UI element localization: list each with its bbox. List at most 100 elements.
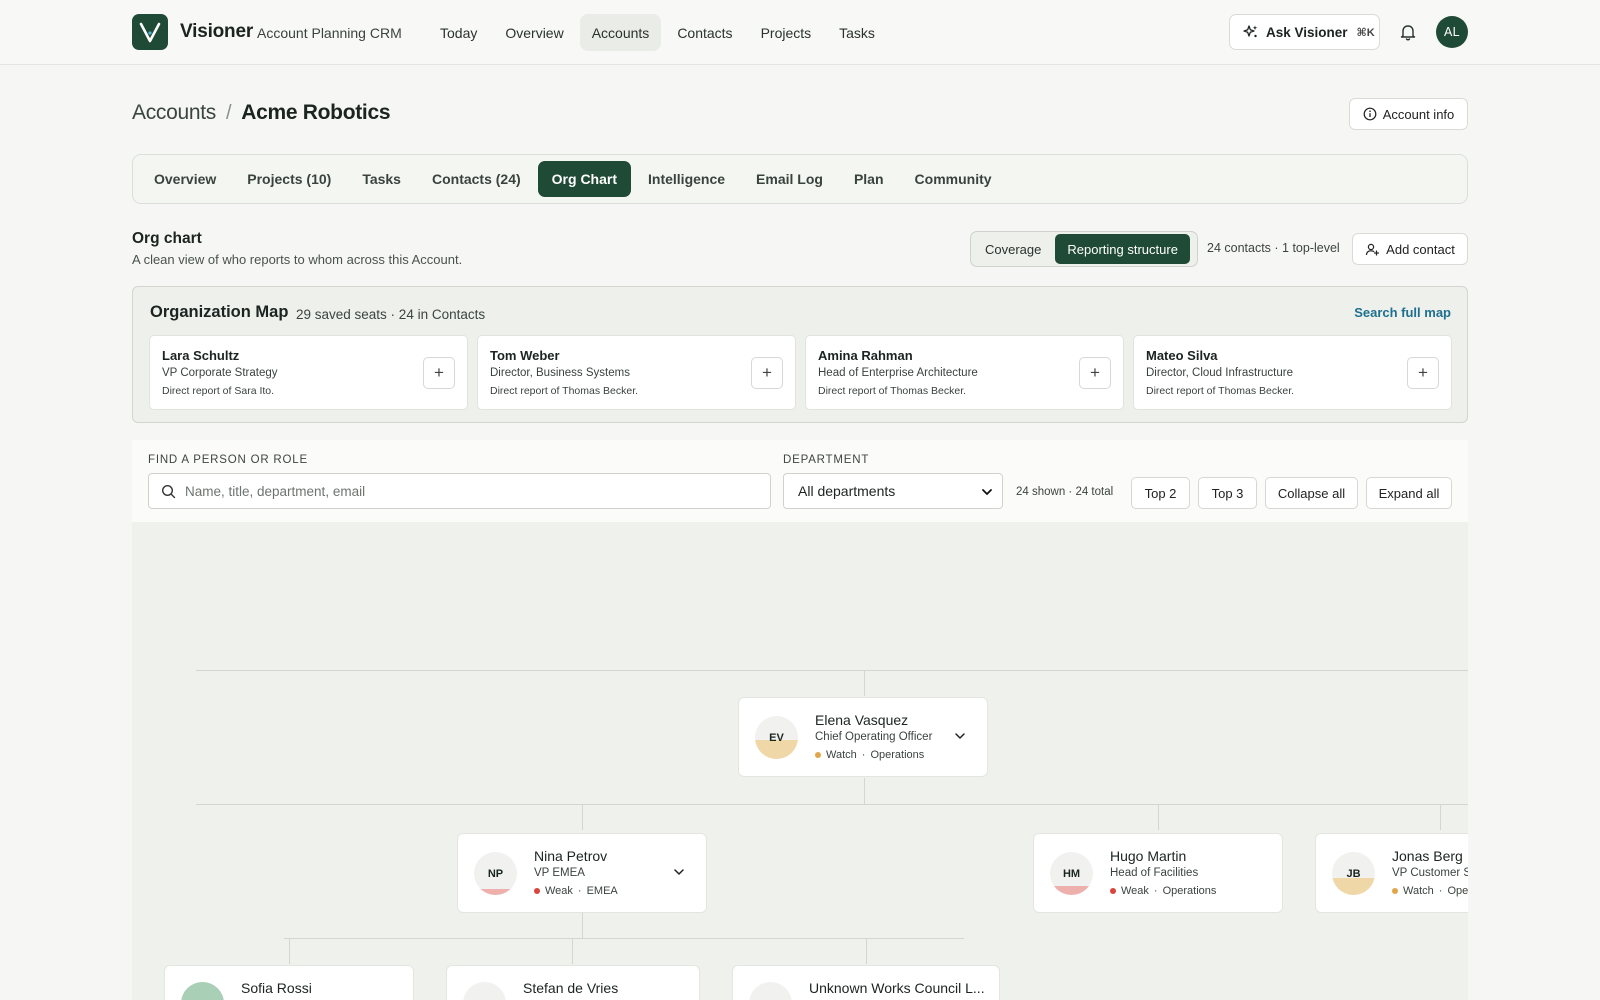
tab-contacts[interactable]: Contacts (24) <box>418 161 535 197</box>
ask-visioner-label: Ask Visioner <box>1266 24 1348 40</box>
account-info-button[interactable]: Account info <box>1349 98 1468 130</box>
tab-plan[interactable]: Plan <box>840 161 898 197</box>
nav-item-overview[interactable]: Overview <box>493 14 575 51</box>
org-node[interactable]: EV Elena Vasquez Chief Operating Officer… <box>738 697 988 777</box>
info-icon <box>1363 107 1377 121</box>
breadcrumb: Accounts / Acme Robotics <box>132 101 391 125</box>
seat-title: VP Corporate Strategy <box>162 367 278 379</box>
person-role: Head of Facilities <box>1110 867 1199 879</box>
connector-line <box>582 912 583 938</box>
seat-reports-to: Direct report of Thomas Becker. <box>818 385 967 397</box>
organization-map-title: Organization Map <box>150 303 289 321</box>
org-node[interactable]: Stefan de Vries <box>446 965 700 1000</box>
chevron-down-icon[interactable] <box>672 865 686 879</box>
breadcrumb-current: Acme Robotics <box>241 101 391 124</box>
seat-reports-to: Direct report of Thomas Becker. <box>490 385 639 397</box>
org-chart-canvas[interactable]: EV Elena Vasquez Chief Operating Officer… <box>132 522 1468 1000</box>
seat-reports-to: Direct report of Sara Ito. <box>162 385 275 397</box>
person-name: Sofia Rossi <box>241 980 312 996</box>
avatar: HM <box>1050 852 1093 895</box>
chevron-down-icon[interactable] <box>953 729 967 743</box>
status-dot <box>534 888 540 894</box>
nav-item-accounts[interactable]: Accounts <box>579 14 662 51</box>
org-node[interactable]: Sofia Rossi <box>164 965 414 1000</box>
seat-name: Tom Weber <box>490 348 560 363</box>
tab-org-chart[interactable]: Org Chart <box>537 161 632 197</box>
person-name: Nina Petrov <box>534 848 608 864</box>
breadcrumb-separator: / <box>225 102 232 124</box>
tab-intelligence[interactable]: Intelligence <box>634 161 739 197</box>
sparkle-icon <box>1243 25 1258 38</box>
add-seat-button[interactable]: + <box>1407 357 1439 389</box>
status-dot <box>815 752 821 758</box>
seat-card: Mateo Silva Director, Cloud Infrastructu… <box>1133 335 1452 410</box>
nav-item-contacts[interactable]: Contacts <box>665 14 744 51</box>
top-3-button[interactable]: Top 3 <box>1198 477 1257 509</box>
person-name: Elena Vasquez <box>815 712 909 728</box>
reporting-structure-toggle[interactable]: Reporting structure <box>1055 234 1190 264</box>
expand-all-button[interactable]: Expand all <box>1366 477 1452 509</box>
section-subtitle: A clean view of who reports to whom acro… <box>132 252 463 267</box>
connector-line <box>864 670 865 696</box>
visioner-logo-icon[interactable] <box>132 14 168 50</box>
avatar: JB <box>1332 852 1375 895</box>
tab-email-log[interactable]: Email Log <box>742 161 837 197</box>
department-select[interactable]: All departments <box>783 473 1003 509</box>
department-value: All departments <box>798 483 896 499</box>
avatar: EV <box>755 716 798 759</box>
contacts-count: 24 contacts · 1 top-level <box>1207 241 1340 255</box>
top-navbar: Visioner Account Planning CRM Today Over… <box>0 0 1600 65</box>
account-tabs: Overview Projects (10) Tasks Contacts (2… <box>132 154 1468 204</box>
tab-tasks[interactable]: Tasks <box>348 161 415 197</box>
add-user-icon <box>1366 243 1380 255</box>
department-label: Operations <box>1447 885 1468 897</box>
person-role: VP EMEA <box>534 867 585 879</box>
bell-icon[interactable] <box>1398 22 1418 42</box>
nav-item-today[interactable]: Today <box>428 14 489 51</box>
connector-line <box>196 804 1468 805</box>
status-line: Weak · Operations <box>1110 885 1216 897</box>
person-role: Chief Operating Officer <box>815 731 933 743</box>
status-label: Watch <box>826 749 857 761</box>
user-avatar[interactable]: AL <box>1436 16 1468 48</box>
status-label: Watch <box>1403 885 1434 897</box>
seat-title: Head of Enterprise Architecture <box>818 367 978 379</box>
top-2-button[interactable]: Top 2 <box>1131 477 1190 509</box>
search-field[interactable] <box>148 473 771 509</box>
account-info-label: Account info <box>1382 106 1455 122</box>
org-node[interactable]: NP Nina Petrov VP EMEA Weak · EMEA <box>457 833 707 913</box>
status-dot <box>1110 888 1116 894</box>
seat-title: Director, Cloud Infrastructure <box>1146 367 1294 379</box>
org-node[interactable]: HM Hugo Martin Head of Facilities Weak ·… <box>1033 833 1283 913</box>
tab-community[interactable]: Community <box>901 161 1006 197</box>
seat-card: Lara Schultz VP Corporate Strategy Direc… <box>149 335 468 410</box>
org-node[interactable]: JB Jonas Berg VP Customer Success Watch … <box>1315 833 1468 913</box>
connector-line <box>866 938 867 964</box>
saved-seats-list: Lara Schultz VP Corporate Strategy Direc… <box>149 335 1452 410</box>
breadcrumb-accounts[interactable]: Accounts <box>132 101 216 125</box>
person-name: Stefan de Vries <box>523 980 619 996</box>
connector-line <box>289 938 290 964</box>
ask-visioner-button[interactable]: Ask Visioner ⌘K <box>1229 14 1380 50</box>
organization-map-meta: 29 saved seats · 24 in Contacts <box>296 307 486 322</box>
seat-name: Lara Schultz <box>162 348 240 363</box>
add-seat-button[interactable]: + <box>751 357 783 389</box>
add-seat-button[interactable]: + <box>1079 357 1111 389</box>
seat-name: Mateo Silva <box>1146 348 1218 363</box>
coverage-toggle[interactable]: Coverage <box>973 234 1053 264</box>
nav-item-projects[interactable]: Projects <box>749 14 824 51</box>
org-node[interactable]: Unknown Works Council L... <box>732 965 1000 1000</box>
brand-name[interactable]: Visioner <box>180 21 253 43</box>
add-seat-button[interactable]: + <box>423 357 455 389</box>
shown-count: 24 shown · 24 total <box>1016 486 1114 498</box>
connector-line <box>1158 804 1159 830</box>
search-full-map-link[interactable]: Search full map <box>1354 305 1451 320</box>
connector-line <box>1440 804 1441 830</box>
nav-item-tasks[interactable]: Tasks <box>827 14 887 51</box>
tab-overview[interactable]: Overview <box>140 161 230 197</box>
collapse-all-button[interactable]: Collapse all <box>1265 477 1358 509</box>
section-title: Org chart <box>132 230 202 247</box>
add-contact-button[interactable]: Add contact <box>1352 233 1468 265</box>
search-input[interactable] <box>185 474 765 508</box>
tab-projects[interactable]: Projects (10) <box>233 161 345 197</box>
